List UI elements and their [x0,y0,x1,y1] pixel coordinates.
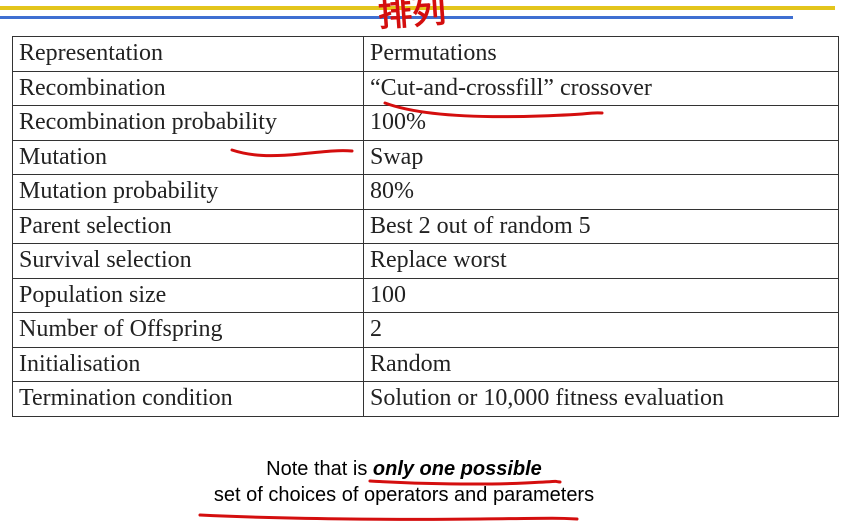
footnote: Note that is only one possible set of ch… [0,456,808,508]
table-row: Number of Offspring 2 [12,312,839,348]
row-key: Mutation probability [12,174,364,210]
row-key: Termination condition [12,381,364,417]
row-value: Replace worst [363,243,839,279]
row-key: Recombination probability [12,105,364,141]
row-key: Population size [12,277,364,313]
row-value: Solution or 10,000 fitness evaluation [363,381,839,417]
table-row: Representation Permutations [12,36,839,72]
table-row: Mutation Swap [12,139,839,175]
footnote-line-2: set of choices of operators and paramete… [213,484,595,506]
row-key: Representation [12,36,364,72]
row-key: Survival selection [12,243,364,279]
row-value: 100 [363,277,839,313]
table-row: Survival selection Replace worst [12,243,839,279]
footnote-emphasis: only one possible [372,458,542,480]
handwritten-annotation: 排列 [376,0,448,36]
table-row: Parent selection Best 2 out of random 5 [12,208,839,244]
table-row: Termination condition Solution or 10,000… [12,381,839,417]
table-row: Recombination “Cut-and-crossfill” crosso… [12,70,839,106]
row-value: 80% [363,174,839,210]
parameters-table: Representation Permutations Recombinatio… [12,36,839,417]
table-row: Recombination probability 100% [12,105,839,141]
row-key: Mutation [12,139,364,175]
row-key: Initialisation [12,346,364,382]
footnote-prefix: Note that is [266,458,373,480]
table-row: Mutation probability 80% [12,174,839,210]
table-row: Population size 100 [12,277,839,313]
row-key: Recombination [12,70,364,106]
underline-footnote-line2 [198,513,579,521]
row-key: Parent selection [12,208,364,244]
table-row: Initialisation Random [12,346,839,382]
row-value: Random [363,346,839,382]
row-value: 100% [363,105,839,141]
row-value: “Cut-and-crossfill” crossover [363,70,839,106]
row-key: Number of Offspring [12,312,364,348]
footnote-line-1: Note that is only one possible [0,456,808,482]
row-value: Permutations [363,36,839,72]
row-value: Swap [363,139,839,175]
row-value: 2 [363,312,839,348]
row-value: Best 2 out of random 5 [363,208,839,244]
